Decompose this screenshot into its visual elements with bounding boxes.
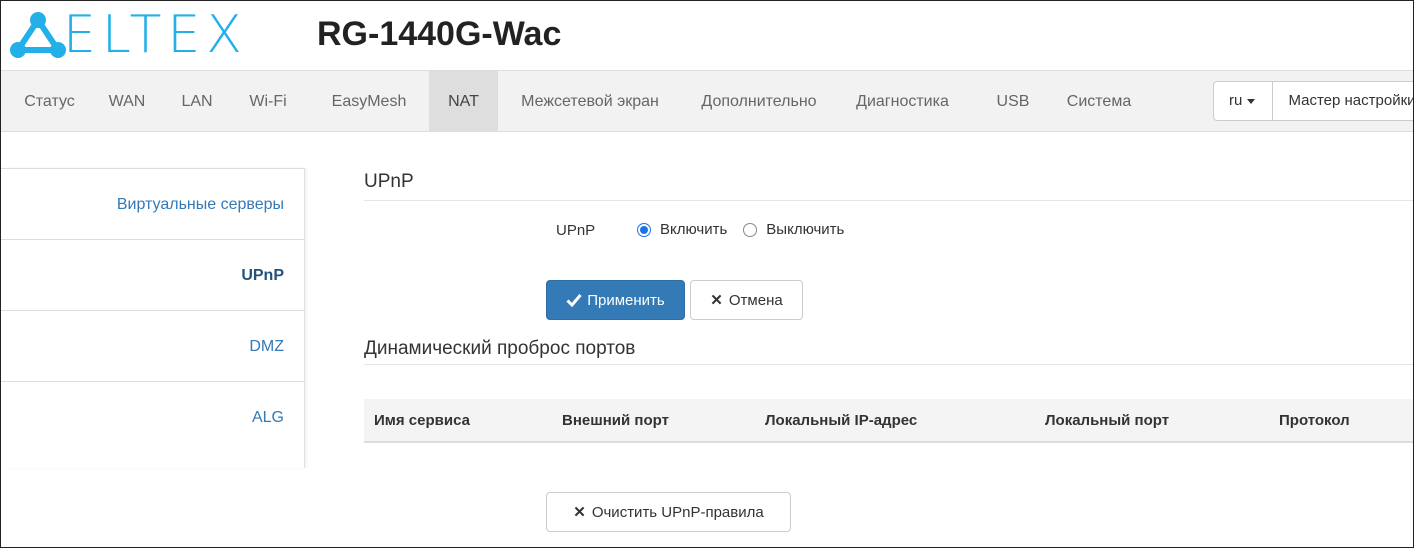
nav-item-usb[interactable]: USB: [973, 71, 1053, 131]
cancel-label: Отмена: [728, 291, 783, 309]
nav-item-diagnostics[interactable]: Диагностика: [840, 71, 965, 131]
main-nav: Статус WAN LAN Wi-Fi EasyMesh NAT Межсет…: [1, 70, 1413, 132]
header-controls: ru Мастер настройки: [1213, 81, 1413, 121]
caret-down-icon: [1247, 98, 1256, 104]
apply-button[interactable]: Применить: [546, 280, 685, 320]
check-icon: [566, 294, 582, 307]
close-icon: ✕: [573, 504, 586, 521]
sidebar: Виртуальные серверы UPnP DMZ ALG: [1, 168, 305, 468]
nav-item-nat[interactable]: NAT: [429, 71, 498, 131]
nav-item-wifi[interactable]: Wi-Fi: [239, 71, 297, 131]
col-local-ip: Локальный IP-адрес: [765, 412, 918, 429]
upnp-section-title: UPnP: [364, 171, 414, 192]
cancel-button[interactable]: ✕ Отмена: [690, 280, 803, 320]
nav-item-advanced[interactable]: Дополнительно: [682, 71, 836, 131]
language-dropdown[interactable]: ru: [1214, 82, 1274, 120]
sidebar-item-alg[interactable]: ALG: [1, 381, 304, 452]
port-table-header: Имя сервиса Внешний порт Локальный IP-ад…: [364, 399, 1413, 443]
eltex-logo: ELTEX: [9, 7, 248, 63]
language-value: ru: [1229, 92, 1243, 109]
col-protocol: Протокол: [1279, 412, 1350, 429]
logo-mark-icon: [10, 12, 66, 58]
upnp-enable-label[interactable]: Включить: [660, 221, 727, 238]
close-icon: ✕: [710, 292, 723, 309]
nav-item-wan[interactable]: WAN: [98, 71, 156, 131]
divider: [364, 364, 1413, 365]
col-local-port: Локальный порт: [1045, 412, 1170, 429]
port-forwarding-title: Динамический проброс портов: [364, 338, 636, 359]
nav-item-system[interactable]: Система: [1049, 71, 1149, 131]
clear-upnp-rules-button[interactable]: ✕ Очистить UPnP-правила: [546, 492, 791, 532]
device-model: RG-1440G-Wac: [317, 15, 562, 53]
upnp-disable-radio[interactable]: [743, 222, 758, 237]
page-frame: ELTEX RG-1440G-Wac Статус WAN LAN Wi-Fi …: [0, 0, 1414, 548]
upnp-disable-label[interactable]: Выключить: [766, 221, 844, 238]
divider: [364, 200, 1413, 201]
setup-wizard-button[interactable]: Мастер настройки: [1273, 82, 1413, 120]
clear-label: Очистить UPnP-правила: [591, 503, 764, 521]
sidebar-item-virtual-servers[interactable]: Виртуальные серверы: [1, 168, 304, 239]
upnp-radio-group: Включить Выключить: [637, 221, 860, 238]
upnp-enable-radio[interactable]: [637, 222, 651, 237]
col-service-name: Имя сервиса: [374, 412, 470, 429]
apply-label: Применить: [587, 291, 665, 309]
nav-item-lan[interactable]: LAN: [170, 71, 224, 131]
upnp-field-label: UPnP: [556, 222, 596, 239]
logo-text: ELTEX: [63, 5, 248, 65]
sidebar-item-dmz[interactable]: DMZ: [1, 310, 304, 381]
header: ELTEX RG-1440G-Wac: [1, 1, 1413, 69]
nav-item-firewall[interactable]: Межсетевой экран: [503, 71, 677, 131]
sidebar-item-upnp[interactable]: UPnP: [1, 239, 304, 310]
nav-item-easymesh[interactable]: EasyMesh: [313, 71, 425, 131]
nav-item-status[interactable]: Статус: [7, 71, 92, 131]
col-external-port: Внешний порт: [562, 412, 669, 429]
